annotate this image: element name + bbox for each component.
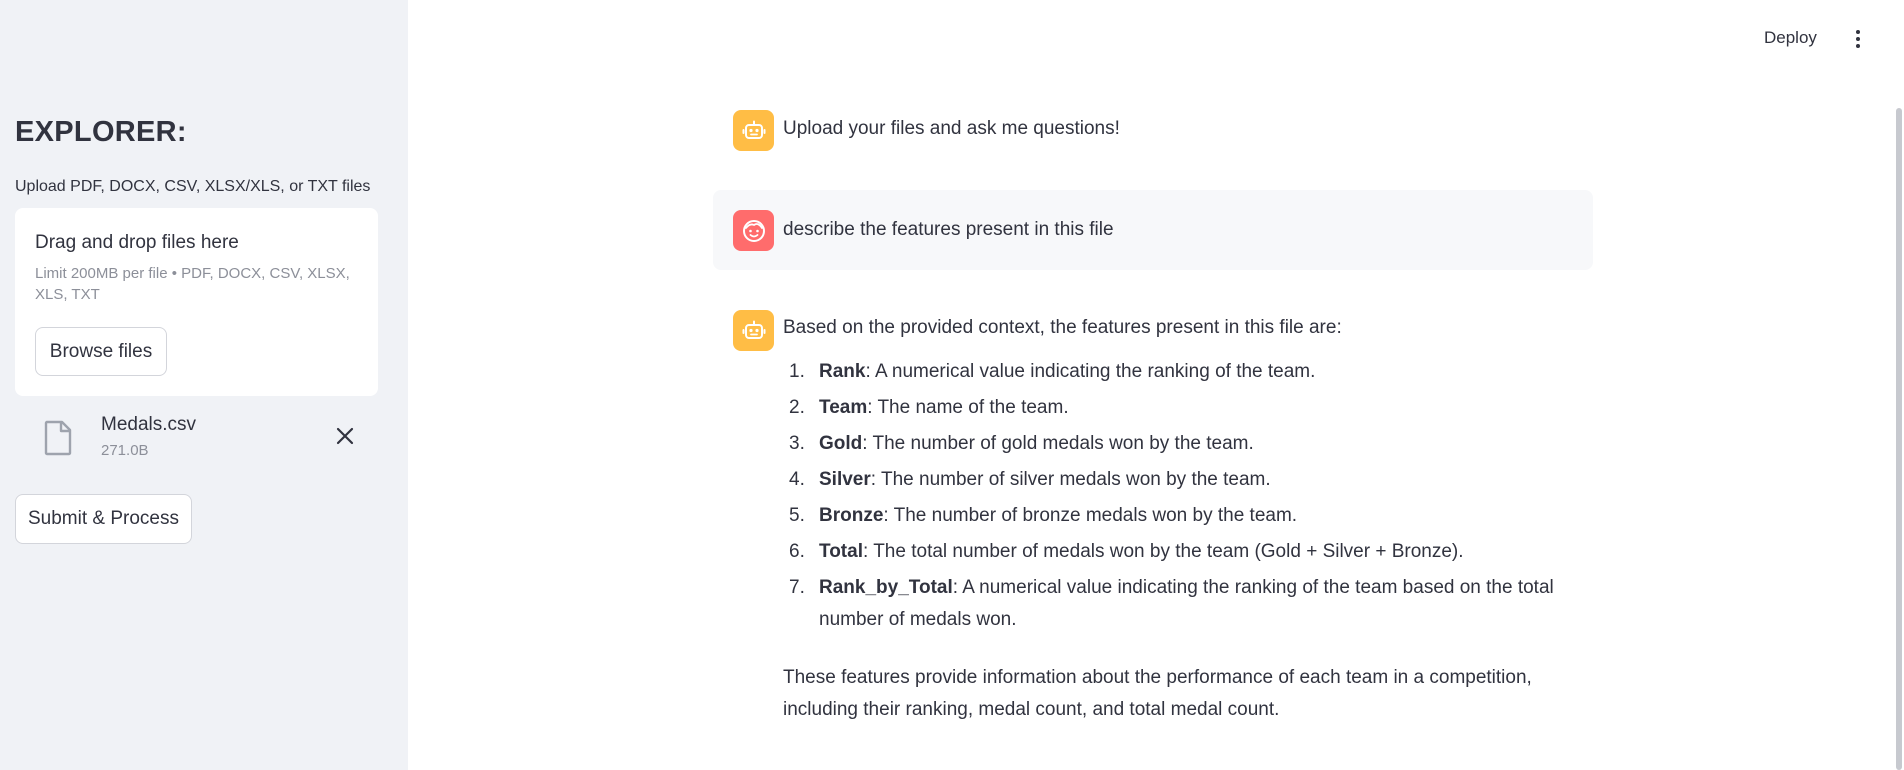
- file-name: Medals.csv: [101, 414, 197, 435]
- list-number: 3.: [789, 433, 805, 454]
- list-item: 6. Total: The total number of medals won …: [783, 536, 1563, 568]
- list-item: 5. Bronze: The number of bronze medals wo…: [783, 500, 1563, 532]
- list-number: 7.: [789, 577, 805, 598]
- sidebar-title: EXPLORER:: [15, 116, 187, 148]
- uploaded-file-item: Medals.csv 271.0B: [15, 406, 378, 464]
- remove-file-icon[interactable]: [333, 424, 357, 448]
- message-text: describe the features present in this fi…: [783, 219, 1114, 240]
- list-item: 2. Team: The name of the team.: [783, 392, 1563, 424]
- sidebar: EXPLORER: Upload PDF, DOCX, CSV, XLSX/XL…: [0, 0, 408, 770]
- feature-description: : The number of bronze medals won by the…: [883, 505, 1298, 526]
- feature-name: Rank: [819, 361, 866, 382]
- feature-name: Bronze: [819, 505, 884, 526]
- deploy-button[interactable]: Deploy: [1758, 24, 1823, 52]
- message-text: Upload your files and ask me questions!: [783, 118, 1120, 139]
- list-item: 3. Gold: The number of gold medals won by…: [783, 428, 1563, 460]
- feature-list: 1. Rank: A numerical value indicating the…: [783, 356, 1563, 640]
- list-item: 1. Rank: A numerical value indicating the…: [783, 356, 1563, 388]
- chat-message-assistant: Upload your files and ask me questions!: [713, 106, 1593, 154]
- list-number: 6.: [789, 541, 805, 562]
- feature-name: Rank_by_Total: [819, 577, 953, 598]
- chat-message-user: describe the features present in this fi…: [713, 190, 1593, 270]
- feature-description: : The total number of medals won by the …: [862, 541, 1464, 562]
- feature-name: Team: [819, 397, 868, 418]
- smiley-face-icon: [733, 210, 774, 251]
- dropzone-limit-text: Limit 200MB per file • PDF, DOCX, CSV, X…: [35, 265, 350, 303]
- file-dropzone[interactable]: Drag and drop files here Limit 200MB per…: [15, 208, 378, 396]
- feature-description: : The number of gold medals won by the t…: [862, 433, 1254, 454]
- feature-description: : A numerical value indicating the ranki…: [865, 361, 1316, 382]
- submit-process-button[interactable]: Submit & Process: [15, 494, 192, 544]
- list-item: 4. Silver: The number of silver medals wo…: [783, 464, 1563, 496]
- robot-icon: [733, 310, 774, 351]
- feature-name: Silver: [819, 469, 871, 490]
- scrollbar[interactable]: [1896, 108, 1902, 770]
- feature-name: Total: [819, 541, 863, 562]
- uploader-label: Upload PDF, DOCX, CSV, XLSX/XLS, or TXT …: [15, 178, 371, 195]
- list-number: 4.: [789, 469, 805, 490]
- chat-message-assistant: Based on the provided context, the featu…: [713, 306, 1593, 726]
- file-size: 271.0B: [101, 442, 149, 459]
- list-number: 5.: [789, 505, 805, 526]
- robot-icon: [733, 110, 774, 151]
- message-intro: Based on the provided context, the featu…: [783, 317, 1342, 338]
- file-icon: [43, 420, 73, 456]
- more-options-icon[interactable]: [1848, 26, 1868, 52]
- feature-description: : The name of the team.: [867, 397, 1069, 418]
- message-conclusion: These features provide information about…: [783, 667, 1532, 720]
- list-item: 7. Rank_by_Total: A numerical value indic…: [783, 572, 1563, 636]
- feature-name: Gold: [819, 433, 863, 454]
- list-number: 1.: [789, 361, 805, 382]
- list-number: 2.: [789, 397, 805, 418]
- browse-files-button[interactable]: Browse files: [35, 327, 167, 376]
- feature-description: : The number of silver medals won by the…: [870, 469, 1271, 490]
- app-root: EXPLORER: Upload PDF, DOCX, CSV, XLSX/XL…: [0, 0, 1904, 770]
- dropzone-title: Drag and drop files here: [35, 232, 239, 253]
